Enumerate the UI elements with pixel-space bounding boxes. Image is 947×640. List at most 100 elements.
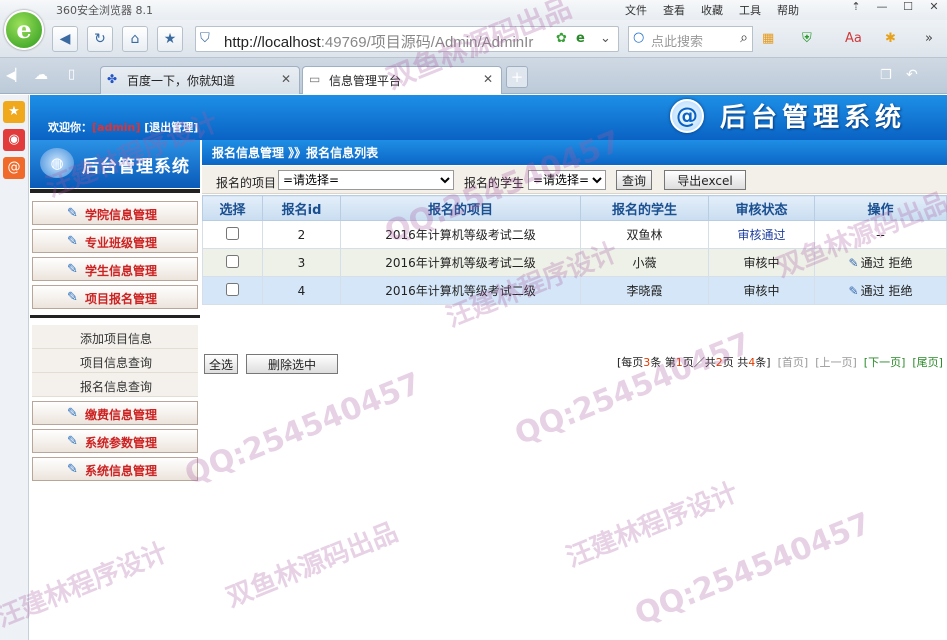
menu-icon: ✎ <box>67 406 78 421</box>
pagination: [每页3条 第1页／共2页 共4条] [首页] [上一页] [下一页] [尾页] <box>617 354 943 370</box>
extension-icon[interactable]: ✱ <box>885 31 896 46</box>
menu-tools[interactable]: 工具 <box>739 4 761 17</box>
close-tab-icon[interactable]: ✕ <box>483 72 493 86</box>
at-logo-icon: @ <box>670 98 704 133</box>
logout-link[interactable]: [退出管理] <box>144 121 198 134</box>
tab-label: 信息管理平台 <box>329 74 402 88</box>
table-row: 2 2016年计算机等级考试二级 双鱼林 审核通过 -- <box>202 220 947 249</box>
search-placeholder: 点此搜索 <box>651 35 704 50</box>
pager-total-pages: 2 <box>715 356 723 369</box>
menu-icon: ✎ <box>67 262 78 277</box>
speed-icon[interactable]: ✿ <box>556 31 567 46</box>
dropdown-chevron-icon[interactable]: ⌄ <box>600 31 611 46</box>
favorites-star-icon[interactable]: ★ <box>3 101 25 123</box>
search-engine-icon[interactable]: ○ <box>633 30 644 45</box>
menu-project-signup[interactable]: ✎ 项目报名管理 <box>32 285 198 309</box>
tab-admin[interactable]: ▭ 信息管理平台 ✕ <box>302 66 502 94</box>
divider <box>30 189 200 193</box>
menu-icon: ✎ <box>67 206 78 221</box>
menu-class[interactable]: ✎ 专业班级管理 <box>32 229 198 253</box>
menu-help[interactable]: 帮助 <box>777 4 799 17</box>
page-icon[interactable]: ▯ <box>68 67 75 82</box>
welcome-text: 欢迎你：[admin] [退出管理] <box>48 119 198 135</box>
menu-icon: ✎ <box>67 290 78 305</box>
reject-link[interactable]: 拒绝 <box>888 284 912 298</box>
menu-favorites[interactable]: 收藏 <box>701 4 723 17</box>
header-banner: 欢迎你：[admin] [退出管理] @ 后台管理系统 <box>30 95 947 140</box>
pin-icon[interactable]: ⇡ <box>843 0 869 18</box>
pager-text: 条] <box>755 356 771 369</box>
browser-title: 360安全浏览器 8.1 <box>56 4 153 17</box>
close-tab-icon[interactable]: ✕ <box>281 72 291 86</box>
edit-icon: ✎ <box>848 284 859 298</box>
search-box[interactable]: ○ 点此搜索 ⌕ <box>628 26 753 52</box>
sidebar-toggle-icon[interactable]: ◀▏ <box>6 68 24 82</box>
menu-file[interactable]: 文件 <box>625 4 647 17</box>
menu-college[interactable]: ✎ 学院信息管理 <box>32 201 198 225</box>
next-page-link[interactable]: [下一页] <box>864 356 906 369</box>
first-page-link[interactable]: [首页] <box>778 356 809 369</box>
export-excel-button[interactable]: 导出excel <box>664 170 746 190</box>
divider <box>30 315 200 318</box>
student-filter-label: 报名的学生 <box>464 176 525 190</box>
document-icon: ▭ <box>309 72 321 86</box>
home-icon[interactable]: ⌂ <box>122 26 148 52</box>
minimize-icon[interactable]: — <box>869 0 895 18</box>
refresh-icon[interactable]: ↻ <box>87 26 113 52</box>
reject-link[interactable]: 拒绝 <box>888 256 912 270</box>
window-restore-icon[interactable]: ❐ <box>880 68 892 83</box>
cloud-icon[interactable]: ☁ <box>34 67 48 83</box>
url-text[interactable]: http://localhost:49769/项目源码/Admin/AdminI… <box>224 31 554 52</box>
close-icon[interactable]: ✕ <box>921 0 947 18</box>
maximize-icon[interactable]: ☐ <box>895 0 921 18</box>
row-checkbox[interactable] <box>226 226 239 240</box>
tab-bar: ◀▏ ☁ ▯ ✤ 百度一下，你就知道 ✕ ▭ 信息管理平台 ✕ + ❐ ↶ <box>0 58 947 94</box>
col-status: 审核状态 <box>708 195 815 221</box>
shield-guard-icon[interactable]: ⛨ <box>802 31 812 46</box>
col-select: 选择 <box>202 195 263 221</box>
menu-payment[interactable]: ✎ 缴费信息管理 <box>32 401 198 425</box>
submenu-add-project[interactable]: 添加项目信息 <box>32 325 198 349</box>
row-checkbox[interactable] <box>226 282 239 296</box>
address-bar[interactable]: ⛉ http://localhost:49769/项目源码/Admin/Admi… <box>195 26 619 52</box>
browser-navbar: ◀ ↻ ⌂ ★ ⛉ http://localhost:49769/项目源码/Ad… <box>0 20 947 58</box>
student-select[interactable]: =请选择= <box>528 170 606 190</box>
select-all-button[interactable]: 全选 <box>204 354 238 374</box>
apps-grid-icon[interactable]: ▦ <box>762 31 774 46</box>
project-select[interactable]: =请选择= <box>278 170 454 190</box>
table-row: 4 2016年计算机等级考试二级 李晓霞 审核中 ✎ 通过 拒绝 <box>202 276 947 305</box>
main-content: 报名信息管理 》》报名信息列表 报名的项目 =请选择= 报名的学生 =请选择= … <box>202 140 947 640</box>
new-tab-icon[interactable]: + <box>506 66 528 88</box>
search-icon[interactable]: ⌕ <box>740 30 748 46</box>
prev-page-link[interactable]: [上一页] <box>815 356 857 369</box>
menu-student[interactable]: ✎ 学生信息管理 <box>32 257 198 281</box>
approve-link[interactable]: 通过 <box>861 284 885 298</box>
row-checkbox[interactable] <box>226 254 239 268</box>
globe-icon: ◍ <box>40 148 74 178</box>
ie-mode-icon[interactable]: e <box>576 31 585 46</box>
back-icon[interactable]: ◀ <box>52 26 78 52</box>
delete-selected-button[interactable]: 删除选中 <box>246 354 338 374</box>
mail-at-icon[interactable]: @ <box>3 157 25 179</box>
more-chevron-icon[interactable]: » <box>925 31 933 46</box>
pager-text: 页／共 <box>682 356 716 369</box>
query-button[interactable]: 查询 <box>616 170 652 190</box>
favorite-star-icon[interactable]: ★ <box>157 26 183 52</box>
translate-icon[interactable]: Aa <box>845 31 862 46</box>
cell-status: 审核中 <box>708 276 815 305</box>
weibo-icon[interactable]: ◉ <box>3 129 25 151</box>
menu-view[interactable]: 查看 <box>663 4 685 17</box>
admin-page: 欢迎你：[admin] [退出管理] @ 后台管理系统 ◍ 后台管理系统 ✎ 学院… <box>30 95 947 640</box>
tab-baidu[interactable]: ✤ 百度一下，你就知道 ✕ <box>100 66 300 94</box>
approve-link[interactable]: 通过 <box>861 256 885 270</box>
undo-icon[interactable]: ↶ <box>906 67 918 83</box>
menu-system-info[interactable]: ✎ 系统信息管理 <box>32 457 198 481</box>
cell-project: 2016年计算机等级考试二级 <box>340 276 581 305</box>
welcome-label: 欢迎你： <box>48 121 92 134</box>
last-page-link[interactable]: [尾页] <box>912 356 943 369</box>
submenu-signup-query[interactable]: 报名信息查询 <box>32 373 198 397</box>
submenu-project-query[interactable]: 项目信息查询 <box>32 349 198 373</box>
menu-params[interactable]: ✎ 系统参数管理 <box>32 429 198 453</box>
system-brand: @ 后台管理系统 <box>670 97 906 134</box>
cell-status: 审核通过 <box>708 220 815 249</box>
